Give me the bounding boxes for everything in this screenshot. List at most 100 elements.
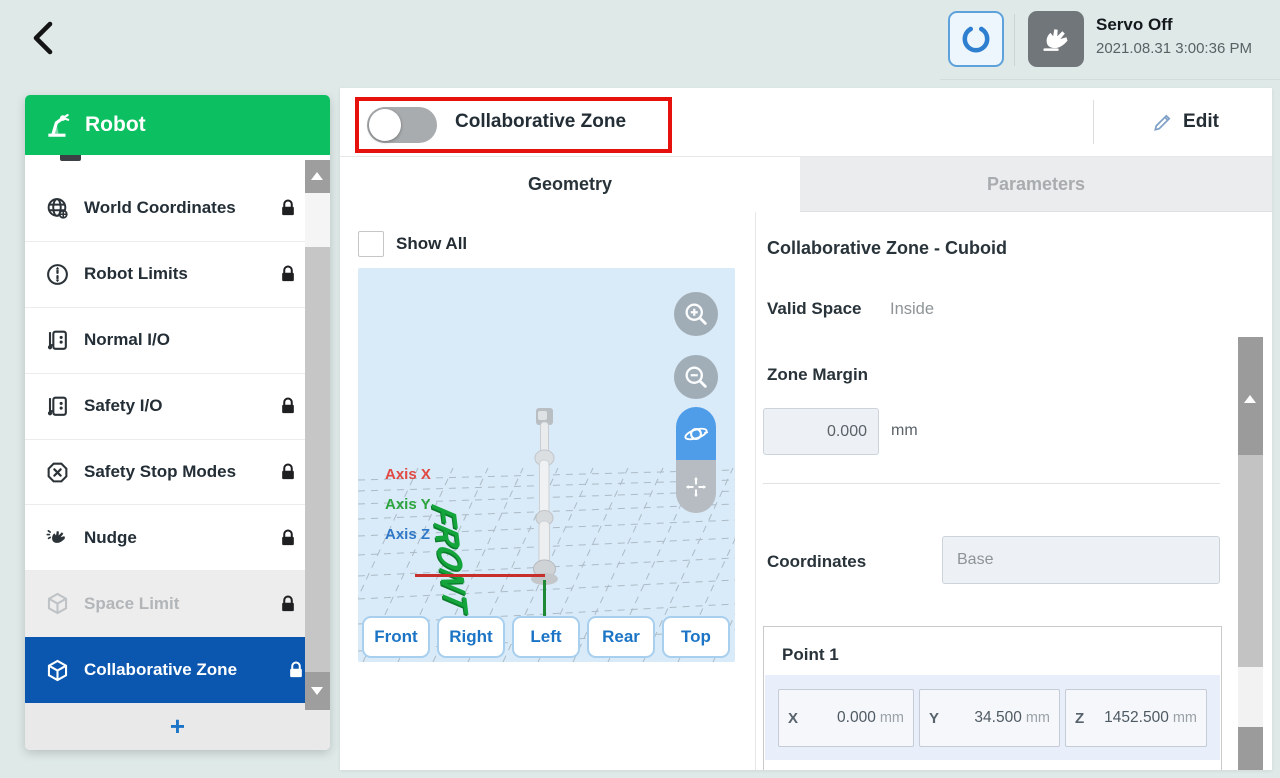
details-scrollbar-thumb[interactable] <box>1238 455 1263 667</box>
scrollbar-track[interactable] <box>305 193 330 247</box>
back-button[interactable] <box>22 16 66 60</box>
sidebar-item-label: Safety Stop Modes <box>84 462 236 482</box>
sidebar-item-icon <box>45 591 70 616</box>
sidebar-scrollbar[interactable] <box>305 160 330 710</box>
valid-space-label: Valid Space <box>767 299 862 319</box>
3d-viewport[interactable]: Axis XAxis YAxis Z FRONT FrontRightLef <box>358 268 735 662</box>
axis-letter: X <box>788 710 798 727</box>
orbit-icon <box>682 420 710 448</box>
point-field-z[interactable]: Z 1452.500 mm <box>1065 689 1207 747</box>
add-zone-button[interactable]: + <box>25 703 330 750</box>
y-axis-line <box>543 580 546 616</box>
x-axis-line <box>415 574 545 577</box>
tab-parameters[interactable]: Parameters <box>800 157 1272 212</box>
robot-settings-screen: Servo Off 2021.08.31 3:00:36 PM Robot Wo… <box>0 0 1280 778</box>
view-control-pill <box>676 407 716 513</box>
scrollbar-thumb[interactable] <box>305 247 330 672</box>
sidebar-item-normal-i-o[interactable]: Normal I/O <box>25 308 330 374</box>
sidebar-item-nudge[interactable]: Nudge <box>25 505 330 571</box>
axis-unit: mm <box>1026 710 1050 726</box>
point-field-x[interactable]: X 0.000 mm <box>778 689 914 747</box>
sidebar-item-icon <box>45 328 70 353</box>
zoom-in-button[interactable] <box>674 292 718 336</box>
lock-icon <box>286 660 306 680</box>
view-button-top[interactable]: Top <box>662 616 730 658</box>
axis-label-z: Axis Z <box>385 526 431 543</box>
view-button-left[interactable]: Left <box>512 616 580 658</box>
sidebar-item-icon <box>45 658 70 683</box>
axis-unit: mm <box>1173 710 1197 726</box>
axis-value: 34.500 <box>974 709 1021 727</box>
scroll-down-button[interactable] <box>305 672 330 710</box>
details-scroll-down-button[interactable] <box>1238 727 1263 770</box>
collaborative-zone-toggle[interactable] <box>367 107 437 143</box>
edit-button[interactable]: Edit <box>1115 88 1255 156</box>
rotate-view-button[interactable] <box>676 407 716 460</box>
zone-details-panel: Collaborative Zone - Cuboid Valid Space … <box>755 212 1272 770</box>
sidebar-item-robot-limits[interactable]: Robot Limits <box>25 242 330 308</box>
zone-margin-input[interactable]: 0.000 <box>763 408 879 455</box>
axis-letter: Y <box>929 710 939 727</box>
topbar-divider-line <box>940 79 1280 80</box>
sidebar-item-label: Nudge <box>84 528 137 548</box>
sidebar-item-safety-stop-modes[interactable]: Safety Stop Modes <box>25 440 330 506</box>
details-scrollbar[interactable] <box>1238 337 1263 770</box>
sidebar-item-icon <box>45 196 70 221</box>
tool-gripper-button[interactable] <box>948 11 1004 67</box>
pan-arrows-icon <box>683 474 709 500</box>
lock-icon <box>278 198 298 218</box>
sidebar-item-space-limit[interactable]: Space Limit <box>25 571 330 637</box>
point-title: Point 1 <box>782 645 839 665</box>
tab-geometry[interactable]: Geometry <box>340 157 800 212</box>
axis-letter: Z <box>1075 710 1084 727</box>
scroll-up-button[interactable] <box>305 160 330 193</box>
zone-margin-label: Zone Margin <box>767 365 868 385</box>
sidebar-header: Robot <box>25 95 330 155</box>
axis-label-x: Axis X <box>385 466 431 483</box>
point-field-y[interactable]: Y 34.500 mm <box>919 689 1060 747</box>
axis-unit: mm <box>880 710 904 726</box>
sidebar-item-partial <box>25 155 330 176</box>
coordinates-label: Coordinates <box>767 552 866 572</box>
point-1-card: Point 1 X 0.000 mm Y 34.500 mm Z 1452.50… <box>763 626 1222 770</box>
point-fields-strip: X 0.000 mm Y 34.500 mm Z 1452.500 mm <box>765 675 1220 760</box>
toggle-knob <box>369 109 401 141</box>
sidebar-item-label: Normal I/O <box>84 330 170 350</box>
details-scroll-up-button[interactable] <box>1238 337 1263 455</box>
axis-value: 1452.500 <box>1104 709 1169 727</box>
sidebar-title: Robot <box>85 113 146 137</box>
magnify-plus-icon <box>682 300 710 328</box>
sidebar-item-safety-i-o[interactable]: Safety I/O <box>25 374 330 440</box>
view-button-right[interactable]: Right <box>437 616 505 658</box>
sidebar-item-world-coordinates[interactable]: World Coordinates <box>25 176 330 242</box>
robot-arm-icon <box>43 110 73 140</box>
axis-value: 0.000 <box>837 709 876 727</box>
zone-margin-unit: mm <box>891 422 918 440</box>
zone-title: Collaborative Zone - Cuboid <box>767 238 1007 259</box>
sidebar-item-icon <box>45 262 70 287</box>
view-buttons-row: FrontRightLeftRearTop <box>362 616 730 658</box>
point-fields: X 0.000 mm Y 34.500 mm Z 1452.500 mm <box>778 689 1207 747</box>
details-scrollbar-track[interactable] <box>1238 667 1263 727</box>
lock-icon <box>278 528 298 548</box>
view-button-front[interactable]: Front <box>362 616 430 658</box>
edit-button-label: Edit <box>1183 111 1219 133</box>
sidebar-item-collaborative-zone[interactable]: Collaborative Zone <box>25 637 330 703</box>
sidebar-item-label: Space Limit <box>84 594 179 614</box>
lock-icon <box>278 594 298 614</box>
view-button-rear[interactable]: Rear <box>587 616 655 658</box>
show-all-checkbox[interactable] <box>358 231 384 257</box>
status-timestamp: 2021.08.31 3:00:36 PM <box>1096 40 1252 57</box>
magnify-minus-icon <box>682 363 710 391</box>
lock-icon <box>278 462 298 482</box>
zoom-out-button[interactable] <box>674 355 718 399</box>
sidebar-item-label: Safety I/O <box>84 396 162 416</box>
hand-icon <box>1039 22 1073 56</box>
lock-icon <box>278 396 298 416</box>
lock-icon <box>278 264 298 284</box>
section-divider <box>763 483 1220 484</box>
sidebar-item-label: Robot Limits <box>84 264 188 284</box>
manual-mode-button[interactable] <box>1028 11 1084 67</box>
coordinates-select[interactable]: Base <box>942 536 1220 584</box>
pan-view-button[interactable] <box>676 460 716 513</box>
